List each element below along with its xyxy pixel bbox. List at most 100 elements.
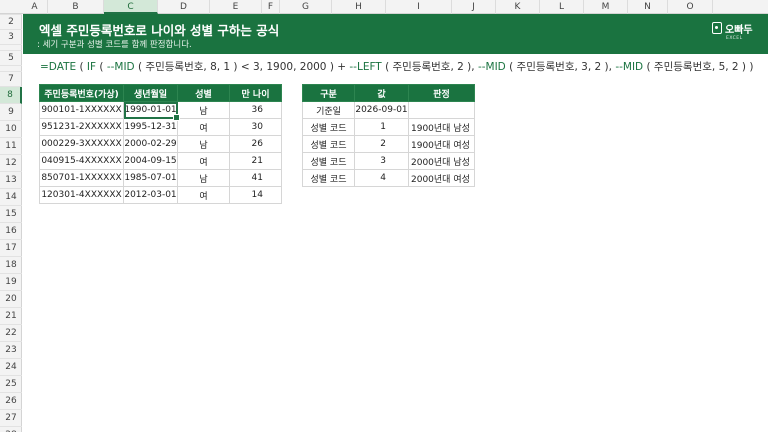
table-cell[interactable]: 성별 코드: [302, 152, 355, 170]
table-cell[interactable]: 951231-2XXXXXX: [39, 118, 124, 136]
formula-argument: ( 주민등록번호, 5, 2 ) ): [643, 61, 754, 73]
row-header-5[interactable]: 5: [0, 51, 22, 66]
column-header-m[interactable]: M: [584, 0, 628, 14]
table-cell[interactable]: 1990-01-01: [123, 101, 181, 122]
table-cell[interactable]: 000229-3XXXXXX: [39, 135, 124, 153]
table-cell[interactable]: 26: [229, 135, 282, 153]
row-header-14[interactable]: 14: [0, 189, 22, 206]
table-cell[interactable]: [408, 101, 475, 119]
table-cell[interactable]: 남: [177, 101, 230, 119]
table-cell[interactable]: 36: [229, 101, 282, 119]
table-cell[interactable]: 040915-4XXXXXX: [39, 152, 124, 170]
row-header-3[interactable]: 3: [0, 30, 22, 45]
table-cell[interactable]: 성별 코드: [302, 169, 355, 187]
brand-logo: 오빠두 EXCEL: [712, 20, 756, 48]
row-header-26[interactable]: 26: [0, 393, 22, 410]
row-header-7[interactable]: 7: [0, 72, 22, 87]
table-cell[interactable]: 120301-4XXXXXX: [39, 186, 124, 204]
table-cell[interactable]: 1900년대 여성: [408, 135, 475, 153]
ref_table-header[interactable]: 구분: [302, 84, 355, 102]
table-row: 성별 코드 1 1900년대 남성: [302, 118, 475, 136]
table-cell[interactable]: 성별 코드: [302, 135, 355, 153]
row-header-27[interactable]: 27: [0, 410, 22, 427]
table-cell[interactable]: 2: [354, 135, 409, 153]
column-header-c[interactable]: C: [104, 0, 158, 14]
main_table-header[interactable]: 성별: [177, 84, 230, 102]
column-header-bar: ABCDEFGHIJKLMNO: [0, 0, 768, 14]
row-header-12[interactable]: 12: [0, 155, 22, 172]
table-cell[interactable]: 1985-07-01: [123, 169, 178, 187]
table-row: 951231-2XXXXXX 1995-12-31 여 30: [39, 118, 282, 136]
column-header-l[interactable]: L: [540, 0, 584, 14]
table-cell[interactable]: 남: [177, 169, 230, 187]
formula-argument: (: [76, 61, 87, 73]
table-cell[interactable]: 여: [177, 152, 230, 170]
row-header-20[interactable]: 20: [0, 291, 22, 308]
column-header-e[interactable]: E: [210, 0, 262, 14]
table-cell[interactable]: 850701-1XXXXXX: [39, 169, 124, 187]
row-header-16[interactable]: 16: [0, 223, 22, 240]
row-header-11[interactable]: 11: [0, 138, 22, 155]
formula-function: --MID: [477, 61, 506, 73]
column-header-i[interactable]: I: [386, 0, 452, 14]
row-header-25[interactable]: 25: [0, 376, 22, 393]
table-row: 성별 코드 2 1900년대 여성: [302, 135, 475, 153]
column-header-a[interactable]: A: [22, 0, 48, 14]
logo-name: 오빠두: [725, 25, 753, 36]
formula-text[interactable]: =DATE ( IF ( --MID ( 주민등록번호, 8, 1 ) < 3,…: [40, 59, 753, 74]
row-header-22[interactable]: 22: [0, 325, 22, 342]
row-header-24[interactable]: 24: [0, 359, 22, 376]
table-cell[interactable]: 2026-09-01: [354, 101, 409, 119]
column-header-b[interactable]: B: [48, 0, 104, 14]
table-row: 성별 코드 4 2000년대 여성: [302, 169, 475, 187]
table-row: 850701-1XXXXXX 1985-07-01 남 41: [39, 169, 282, 187]
ref_table-header[interactable]: 판정: [408, 84, 475, 102]
table-cell[interactable]: 2000-02-29: [123, 135, 178, 153]
table-cell[interactable]: 41: [229, 169, 282, 187]
table-cell[interactable]: 성별 코드: [302, 118, 355, 136]
column-header-f[interactable]: F: [262, 0, 280, 14]
table-cell[interactable]: 900101-1XXXXXX: [39, 101, 124, 119]
table-cell[interactable]: 1: [354, 118, 409, 136]
table-cell[interactable]: 2000년대 남성: [408, 152, 475, 170]
column-header-g[interactable]: G: [280, 0, 332, 14]
column-header-d[interactable]: D: [158, 0, 210, 14]
row-header-9[interactable]: 9: [0, 104, 22, 121]
table-cell[interactable]: 남: [177, 135, 230, 153]
table-cell[interactable]: 여: [177, 118, 230, 136]
column-header-h[interactable]: H: [332, 0, 386, 14]
row-header-18[interactable]: 18: [0, 257, 22, 274]
row-header-17[interactable]: 17: [0, 240, 22, 257]
row-header-28[interactable]: 28: [0, 427, 22, 432]
row-header-2[interactable]: 2: [0, 15, 22, 30]
column-header-n[interactable]: N: [628, 0, 668, 14]
formula-function: --LEFT: [349, 61, 382, 73]
row-header-10[interactable]: 10: [0, 121, 22, 138]
main_table-header[interactable]: 주민등록번호(가상): [39, 84, 124, 102]
row-header-19[interactable]: 19: [0, 274, 22, 291]
table-cell[interactable]: 2004-09-15: [123, 152, 178, 170]
table-cell[interactable]: 1995-12-31: [123, 118, 178, 136]
formula-function: =DATE: [40, 61, 77, 73]
table-cell[interactable]: 1900년대 남성: [408, 118, 475, 136]
table-cell[interactable]: 기준일: [302, 101, 355, 119]
row-header-23[interactable]: 23: [0, 342, 22, 359]
main_table-header[interactable]: 만 나이: [229, 84, 282, 102]
main_table-header[interactable]: 생년월일: [123, 84, 178, 102]
table-cell[interactable]: 30: [229, 118, 282, 136]
row-header-13[interactable]: 13: [0, 172, 22, 189]
table-cell[interactable]: 여: [177, 186, 230, 204]
table-cell[interactable]: 2012-03-01: [123, 186, 178, 204]
column-header-o[interactable]: O: [668, 0, 713, 14]
table-cell[interactable]: 21: [229, 152, 282, 170]
row-header-21[interactable]: 21: [0, 308, 22, 325]
table-cell[interactable]: 14: [229, 186, 282, 204]
column-header-k[interactable]: K: [496, 0, 540, 14]
ref_table-header[interactable]: 값: [354, 84, 409, 102]
table-cell[interactable]: 4: [354, 169, 409, 187]
row-header-8[interactable]: 8: [0, 87, 22, 104]
table-cell[interactable]: 3: [354, 152, 409, 170]
column-header-j[interactable]: J: [452, 0, 496, 14]
table-cell[interactable]: 2000년대 여성: [408, 169, 475, 187]
row-header-15[interactable]: 15: [0, 206, 22, 223]
